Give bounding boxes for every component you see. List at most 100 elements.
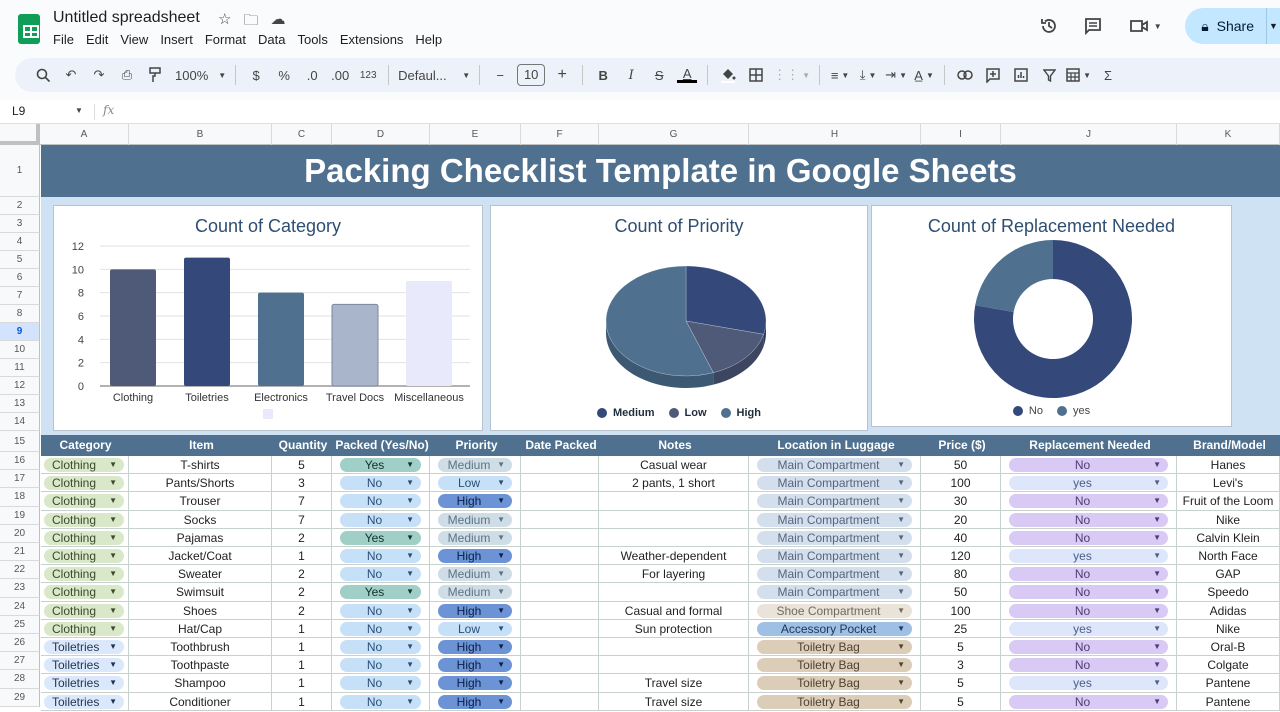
row-header-19[interactable]: 19: [0, 506, 40, 525]
text-rotation-icon[interactable]: A̲ ▼: [913, 63, 935, 87]
dropdown-chip[interactable]: Accessory Pocket ▼: [757, 621, 912, 636]
document-title[interactable]: Untitled spreadsheet: [53, 9, 200, 27]
cell-quantity[interactable]: 5: [272, 456, 332, 474]
row-header-29[interactable]: 29: [0, 688, 40, 707]
dropdown-chip[interactable]: No ▼: [340, 567, 421, 582]
row-header-8[interactable]: 8: [0, 305, 40, 323]
column-header-h[interactable]: H: [749, 124, 921, 145]
cell-brand-model[interactable]: Fruit of the Loom: [1177, 492, 1280, 511]
cell-priority[interactable]: Medium ▼: [430, 583, 521, 602]
dropdown-arrow-icon[interactable]: ▼: [109, 697, 117, 706]
cell-replacement-needed[interactable]: yes ▼: [1001, 674, 1177, 693]
cell-date-packed[interactable]: [521, 565, 599, 584]
cell-replacement-needed[interactable]: yes ▼: [1001, 547, 1177, 565]
dropdown-arrow-icon[interactable]: ▼: [406, 660, 414, 669]
strikethrough-button[interactable]: S: [648, 63, 670, 87]
cell-item[interactable]: Pants/Shorts: [129, 474, 272, 493]
dropdown-arrow-icon[interactable]: ▼: [1153, 551, 1161, 560]
dropdown-chip[interactable]: Clothing ▼: [44, 621, 124, 636]
cell-price[interactable]: 25: [921, 619, 1001, 638]
cell-location-in-luggage[interactable]: Toiletry Bag ▼: [749, 692, 921, 711]
dropdown-arrow-icon[interactable]: ▼: [497, 624, 505, 633]
cell-category[interactable]: Clothing ▼: [40, 583, 129, 602]
dropdown-arrow-icon[interactable]: ▼: [406, 515, 414, 524]
column-header-e[interactable]: E: [430, 124, 521, 145]
cell-packed-yes-no[interactable]: No ▼: [332, 601, 430, 620]
cell-brand-model[interactable]: Nike: [1177, 510, 1280, 529]
dropdown-arrow-icon[interactable]: ▼: [497, 569, 505, 578]
dropdown-chip[interactable]: No ▼: [340, 512, 421, 527]
cell-quantity[interactable]: 2: [272, 583, 332, 602]
column-header-g[interactable]: G: [599, 124, 749, 145]
dropdown-arrow-icon[interactable]: ▼: [497, 460, 505, 469]
legend-item-medium[interactable]: Medium: [596, 407, 655, 419]
cell-notes[interactable]: [599, 656, 749, 675]
percent-format-button[interactable]: %: [273, 63, 295, 87]
dropdown-arrow-icon[interactable]: ▼: [406, 587, 414, 596]
cell-priority[interactable]: Medium ▼: [430, 510, 521, 529]
dropdown-chip[interactable]: No ▼: [1009, 512, 1168, 527]
merge-cells-icon[interactable]: ⋮⋮ ▼: [773, 63, 810, 87]
cell-replacement-needed[interactable]: No ▼: [1001, 638, 1177, 656]
dropdown-chip[interactable]: Yes ▼: [340, 530, 421, 545]
dropdown-chip[interactable]: Toiletry Bag ▼: [757, 694, 912, 709]
text-wrapping-icon[interactable]: ⇥ ▼: [885, 63, 907, 87]
cell-location-in-luggage[interactable]: Accessory Pocket ▼: [749, 619, 921, 638]
menu-extensions[interactable]: Extensions: [340, 32, 410, 47]
dropdown-chip[interactable]: No ▼: [1009, 458, 1168, 472]
cell-price[interactable]: 100: [921, 601, 1001, 620]
cell-location-in-luggage[interactable]: Main Compartment ▼: [749, 583, 921, 602]
cell-date-packed[interactable]: [521, 547, 599, 565]
dropdown-arrow-icon[interactable]: ▼: [897, 496, 905, 505]
column-header-c[interactable]: C: [272, 124, 332, 145]
cell-location-in-luggage[interactable]: Toiletry Bag ▼: [749, 656, 921, 675]
cell-location-in-luggage[interactable]: Main Compartment ▼: [749, 456, 921, 474]
dropdown-chip[interactable]: Clothing ▼: [44, 458, 124, 472]
dropdown-chip[interactable]: Toiletry Bag ▼: [757, 658, 912, 673]
category-bar-chart[interactable]: Count of Category 0 2 4 6 8 10 12 Clothing Toile…: [53, 205, 483, 431]
dropdown-chip[interactable]: Toiletries ▼: [44, 658, 124, 673]
dropdown-arrow-icon[interactable]: ▼: [109, 478, 117, 487]
cell-packed-yes-no[interactable]: Yes ▼: [332, 456, 430, 474]
cell-priority[interactable]: High ▼: [430, 638, 521, 656]
dropdown-arrow-icon[interactable]: ▼: [1153, 569, 1161, 578]
cell-replacement-needed[interactable]: No ▼: [1001, 656, 1177, 675]
cell-category[interactable]: Clothing ▼: [40, 492, 129, 511]
meet-icon[interactable]: ▼: [1125, 14, 1165, 38]
cell-quantity[interactable]: 1: [272, 619, 332, 638]
dropdown-arrow-icon[interactable]: ▼: [406, 551, 414, 560]
dropdown-chip[interactable]: Clothing ▼: [44, 585, 124, 600]
cell-brand-model[interactable]: Pantene: [1177, 674, 1280, 693]
cell-date-packed[interactable]: [521, 456, 599, 474]
cell-replacement-needed[interactable]: yes ▼: [1001, 474, 1177, 493]
cell-priority[interactable]: High ▼: [430, 674, 521, 693]
dropdown-chip[interactable]: No ▼: [1009, 640, 1168, 654]
cell-price[interactable]: 20: [921, 510, 1001, 529]
dropdown-chip[interactable]: No ▼: [340, 494, 421, 509]
dropdown-chip[interactable]: Clothing ▼: [44, 512, 124, 527]
cell-replacement-needed[interactable]: No ▼: [1001, 492, 1177, 511]
row-header-5[interactable]: 5: [0, 251, 40, 269]
cell-notes[interactable]: For layering: [599, 565, 749, 584]
name-box[interactable]: L9: [12, 104, 25, 118]
cell-location-in-luggage[interactable]: Main Compartment ▼: [749, 528, 921, 547]
cell-notes[interactable]: Sun protection: [599, 619, 749, 638]
dropdown-arrow-icon[interactable]: ▼: [109, 642, 117, 651]
cell-packed-yes-no[interactable]: Yes ▼: [332, 528, 430, 547]
cell-notes[interactable]: Travel size: [599, 692, 749, 711]
currency-format-button[interactable]: $: [245, 63, 267, 87]
column-header-k[interactable]: K: [1177, 124, 1280, 145]
dropdown-arrow-icon[interactable]: ▼: [1153, 678, 1161, 687]
dropdown-arrow-icon[interactable]: ▼: [897, 515, 905, 524]
cell-priority[interactable]: High ▼: [430, 601, 521, 620]
row-header-15[interactable]: 15: [0, 431, 40, 452]
row-header-17[interactable]: 17: [0, 470, 40, 489]
cell-replacement-needed[interactable]: No ▼: [1001, 528, 1177, 547]
zoom-select[interactable]: 100% ▼: [175, 63, 226, 87]
font-size-input[interactable]: 10: [517, 64, 546, 86]
cell-location-in-luggage[interactable]: Main Compartment ▼: [749, 510, 921, 529]
cell-quantity[interactable]: 2: [272, 528, 332, 547]
column-header-b[interactable]: B: [129, 124, 272, 145]
cell-location-in-luggage[interactable]: Main Compartment ▼: [749, 565, 921, 584]
row-header-4[interactable]: 4: [0, 233, 40, 251]
